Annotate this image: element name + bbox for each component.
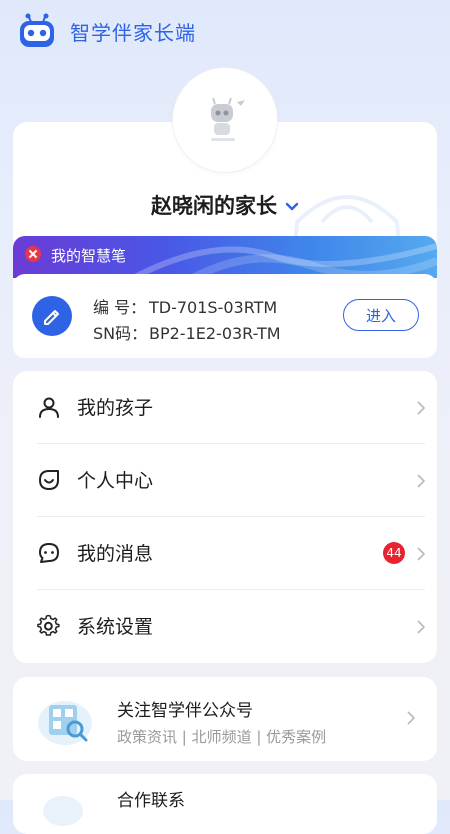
contact-illustration-icon — [43, 796, 83, 826]
app-header: 智学伴家长端 — [0, 0, 450, 64]
pen-info-card: 编 号： TD-701S-03RTM SN码： BP2-1E2-03R-TM 进入 — [13, 274, 437, 358]
menu-card: 我的孩子 个人中心 我的消息 44 系统设置 — [13, 371, 437, 663]
menu-item-my-messages[interactable]: 我的消息 44 — [13, 517, 437, 590]
menu-label: 我的孩子 — [77, 397, 154, 419]
avatar[interactable] — [173, 68, 277, 172]
chevron-down-icon — [285, 202, 299, 211]
pen-sn-row: SN码： BP2-1E2-03R-TM — [93, 320, 281, 344]
menu-label: 个人中心 — [77, 470, 154, 492]
chat-icon — [39, 543, 59, 563]
promo-title: 关注智学伴公众号 — [117, 701, 253, 721]
chevron-right-icon — [417, 401, 425, 415]
pen-banner-label: 我的智慧笔 — [51, 247, 127, 265]
chevron-right-icon — [417, 620, 425, 634]
robot-avatar-icon — [211, 97, 245, 141]
unread-count-badge: 44 — [383, 542, 405, 564]
chevron-right-icon — [407, 711, 415, 725]
smile-icon — [39, 470, 59, 490]
close-icon[interactable] — [25, 246, 41, 262]
parent-name-selector[interactable]: 赵晓闲的家长 — [0, 190, 450, 220]
enter-button[interactable]: 进入 — [343, 299, 419, 331]
pen-icon — [32, 296, 72, 336]
menu-item-my-children[interactable]: 我的孩子 — [13, 371, 437, 444]
person-icon — [39, 397, 59, 418]
pen-id-row: 编 号： TD-701S-03RTM — [93, 294, 277, 318]
gear-icon — [37, 614, 60, 636]
menu-item-settings[interactable]: 系统设置 — [13, 590, 437, 663]
pen-id-key: 编 号： — [93, 298, 147, 317]
cooperation-contact-card[interactable]: 合作联系 — [13, 774, 437, 834]
chevron-right-icon — [417, 547, 425, 561]
chevron-right-icon — [417, 474, 425, 488]
pen-sn-key: SN码： — [93, 324, 148, 343]
smart-pen-banner: 我的智慧笔 — [13, 236, 437, 278]
cooperation-label: 合作联系 — [117, 791, 185, 811]
menu-label: 系统设置 — [77, 616, 154, 638]
menu-label: 我的消息 — [77, 543, 154, 565]
promo-subtitle: 政策资讯 | 北师频道 | 优秀案例 — [117, 728, 327, 746]
app-title: 智学伴家长端 — [70, 21, 196, 45]
qr-search-icon — [38, 701, 92, 745]
robot-logo-icon — [20, 13, 54, 47]
follow-account-card[interactable]: 关注智学伴公众号 政策资讯 | 北师频道 | 优秀案例 — [13, 677, 437, 761]
pen-id-value: TD-701S-03RTM — [149, 298, 278, 317]
menu-item-personal-center[interactable]: 个人中心 — [13, 444, 437, 517]
parent-name-label: 赵晓闲的家长 — [151, 194, 277, 218]
pen-sn-value: BP2-1E2-03R-TM — [149, 324, 281, 343]
